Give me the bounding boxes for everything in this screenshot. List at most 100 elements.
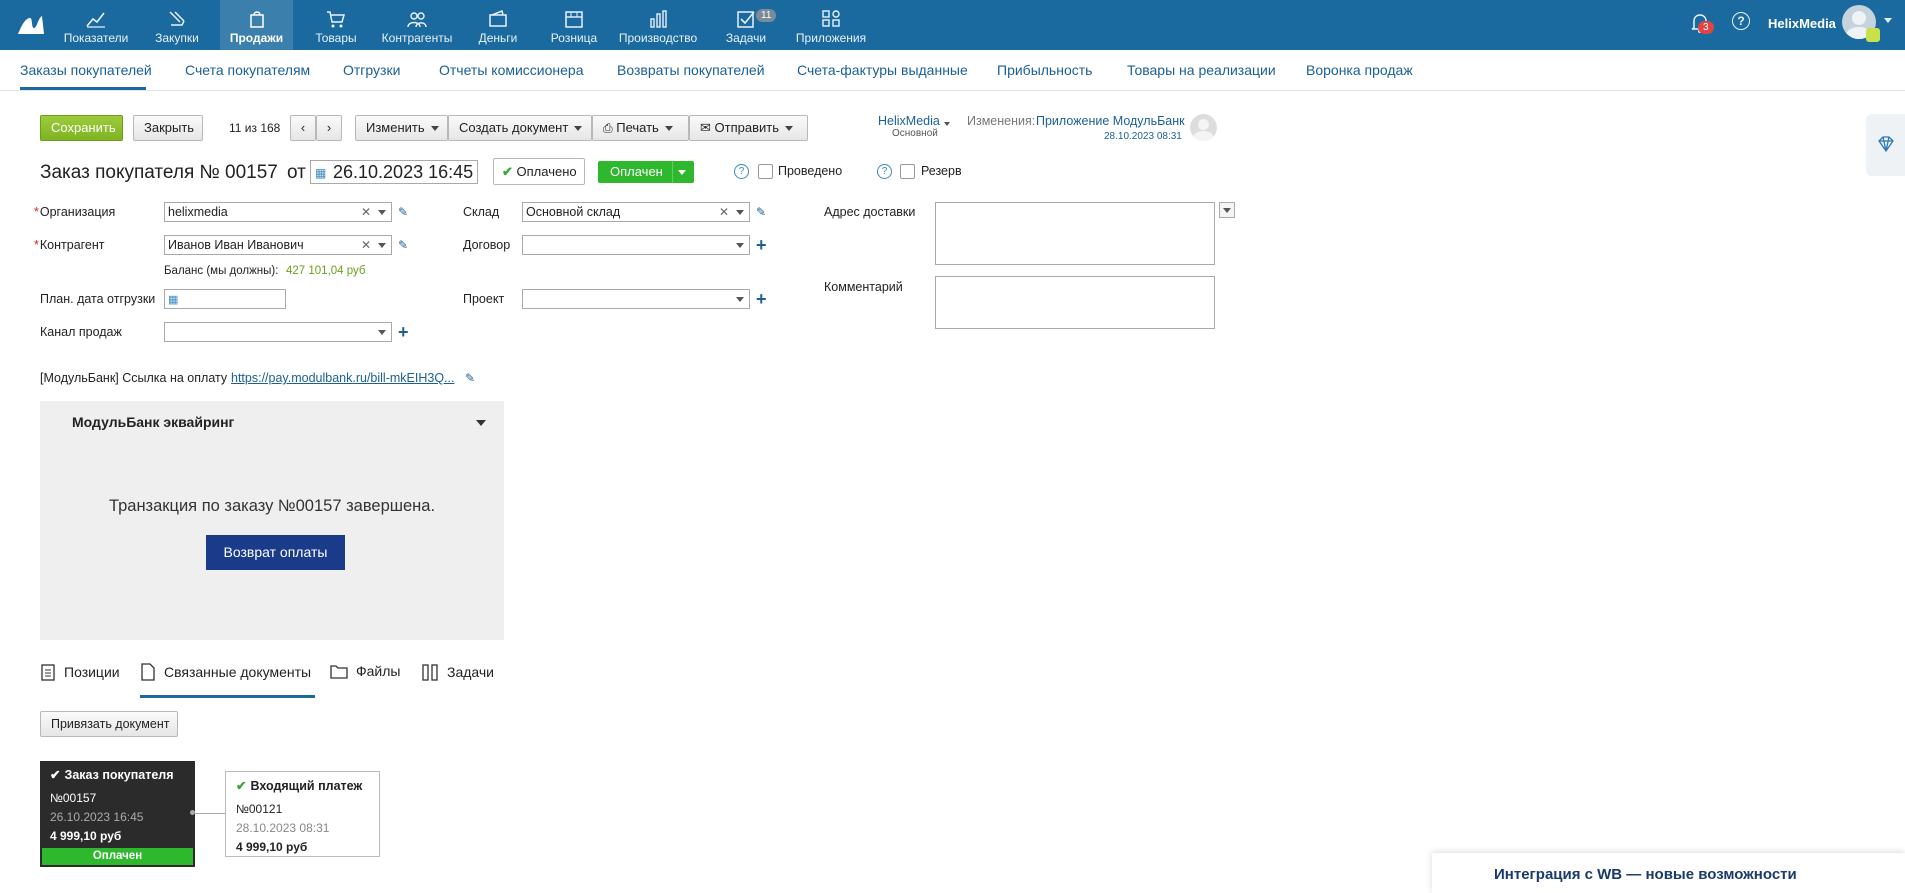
nav-production[interactable]: Производство bbox=[616, 0, 700, 50]
warehouse-select[interactable]: Основной склад ✕ bbox=[522, 202, 750, 222]
nav-label: Товары bbox=[315, 31, 357, 45]
owner-chevron-down-icon[interactable] bbox=[944, 122, 950, 126]
nav-money[interactable]: Деньги bbox=[466, 0, 530, 50]
close-button[interactable]: Закрыть bbox=[133, 115, 203, 141]
owner-link[interactable]: HelixMedia bbox=[878, 114, 940, 128]
card-date: 26.10.2023 16:45 bbox=[50, 810, 144, 824]
clear-icon[interactable]: ✕ bbox=[361, 203, 371, 221]
project-select[interactable] bbox=[522, 289, 750, 309]
create-doc-label: Создать документ bbox=[459, 120, 569, 135]
ship-date-field[interactable]: ▦ bbox=[164, 289, 286, 309]
pager-text: 11 из 168 bbox=[229, 121, 281, 135]
subnav-invoices-issued[interactable]: Счета-фактуры выданные bbox=[797, 62, 968, 78]
clear-icon[interactable]: ✕ bbox=[719, 203, 729, 221]
order-number[interactable]: 00157 bbox=[225, 162, 278, 184]
cart-icon bbox=[327, 11, 345, 28]
nav-goods[interactable]: Товары bbox=[305, 0, 367, 50]
subnav-profitability[interactable]: Прибыльность bbox=[997, 62, 1092, 78]
add-plus-icon[interactable]: + bbox=[756, 236, 767, 254]
tab-files[interactable]: Файлы bbox=[330, 663, 400, 679]
save-button[interactable]: Сохранить bbox=[40, 115, 123, 141]
reserve-checkbox[interactable] bbox=[900, 164, 915, 179]
promo-banner[interactable]: Интеграция с WB — новые возможности bbox=[1432, 853, 1905, 893]
add-plus-icon[interactable]: + bbox=[756, 290, 767, 308]
caret-down-icon[interactable] bbox=[378, 330, 386, 335]
tab-positions[interactable]: Позиции bbox=[40, 663, 120, 681]
caret-down-icon[interactable] bbox=[378, 243, 386, 248]
document-card-incoming-payment[interactable]: ✔ Входящий платеж №00121 28.10.2023 08:31… bbox=[225, 771, 380, 857]
date-field[interactable]: ▦ 26.10.2023 16:45 bbox=[310, 160, 478, 184]
create-document-button[interactable]: Создать документ bbox=[448, 115, 592, 141]
comment-textarea[interactable] bbox=[935, 276, 1215, 329]
help-icon[interactable]: ? bbox=[1732, 12, 1750, 30]
caret-down-icon[interactable] bbox=[736, 210, 744, 215]
page-title: Заказ покупателя № bbox=[40, 162, 220, 183]
nav-label: Производство bbox=[618, 31, 698, 45]
moysklad-logo-icon[interactable] bbox=[16, 10, 46, 40]
card-status-badge: Оплачен bbox=[42, 848, 193, 865]
caret-down-icon[interactable] bbox=[736, 243, 744, 248]
edit-pencil-icon[interactable]: ✎ bbox=[465, 371, 475, 385]
paid-toggle[interactable]: ✔ Оплачено bbox=[493, 158, 585, 185]
document-card-customer-order[interactable]: ✔ Заказ покупателя №00157 26.10.2023 16:4… bbox=[40, 761, 195, 867]
changes-author-link[interactable]: Приложение МодульБанк bbox=[1036, 114, 1185, 128]
nav-counterparties[interactable]: Контрагенты bbox=[378, 0, 456, 50]
purchases-icon bbox=[169, 11, 185, 26]
posted-label: Проведено bbox=[778, 164, 843, 178]
caret-down-icon bbox=[785, 126, 793, 132]
nav-indicators[interactable]: Показатели bbox=[60, 0, 132, 50]
payment-link[interactable]: https://pay.modulbank.ru/bill-mkEIH3Q... bbox=[231, 371, 454, 385]
check-icon: ✔ bbox=[236, 779, 247, 793]
balance-label: Баланс (мы должны): bbox=[164, 265, 279, 277]
chevron-right-icon: › bbox=[326, 120, 332, 135]
diamond-icon bbox=[1878, 136, 1894, 153]
address-expand-button[interactable] bbox=[1219, 202, 1235, 218]
nav-sales[interactable]: Продажи bbox=[220, 0, 293, 50]
status-dropdown[interactable]: Оплачен bbox=[598, 161, 694, 183]
nav-purchases[interactable]: Закупки bbox=[144, 0, 210, 50]
print-button[interactable]: ⎙ Печать bbox=[592, 115, 689, 141]
nav-tasks[interactable]: Задачи 11 bbox=[716, 0, 777, 50]
sales-channel-select[interactable] bbox=[164, 322, 392, 342]
subnav-customer-returns[interactable]: Возвраты покупателей bbox=[617, 62, 765, 78]
prev-record-button[interactable]: ‹ bbox=[290, 115, 316, 141]
subnav-customer-orders[interactable]: Заказы покупателей bbox=[20, 62, 152, 78]
nav-retail[interactable]: Розница bbox=[542, 0, 606, 50]
bind-document-button[interactable]: Привязать документ bbox=[40, 711, 178, 737]
tab-tasks[interactable]: Задачи bbox=[421, 663, 494, 681]
change-menu-button[interactable]: Изменить bbox=[355, 115, 448, 141]
send-button[interactable]: ✉ Отправить bbox=[689, 115, 808, 141]
subnav-shipments[interactable]: Отгрузки bbox=[343, 62, 400, 78]
edit-pencil-icon[interactable]: ✎ bbox=[756, 205, 766, 219]
edit-pencil-icon[interactable]: ✎ bbox=[398, 238, 408, 252]
notifications-badge: 3 bbox=[1698, 21, 1714, 34]
subnav-consignment-goods[interactable]: Товары на реализации bbox=[1127, 62, 1276, 78]
nav-apps[interactable]: Приложения bbox=[788, 0, 874, 50]
address-textarea[interactable] bbox=[935, 202, 1215, 265]
paid-label: Оплачено bbox=[516, 164, 577, 179]
add-plus-icon[interactable]: + bbox=[398, 323, 409, 341]
organization-select[interactable]: helixmedia ✕ bbox=[164, 202, 392, 222]
help-icon[interactable]: ? bbox=[877, 164, 892, 179]
refund-button[interactable]: Возврат оплаты bbox=[206, 535, 345, 570]
contract-select[interactable] bbox=[522, 235, 750, 255]
posted-checkbox[interactable] bbox=[758, 164, 773, 179]
caret-down-icon[interactable] bbox=[378, 210, 386, 215]
collapse-caret-icon[interactable] bbox=[476, 420, 486, 426]
help-icon[interactable]: ? bbox=[734, 164, 749, 179]
caret-down-icon[interactable] bbox=[736, 297, 744, 302]
next-record-button[interactable]: › bbox=[316, 115, 342, 141]
clear-icon[interactable]: ✕ bbox=[361, 236, 371, 254]
avatar-chevron-down-icon[interactable] bbox=[1884, 18, 1892, 23]
subnav-customer-invoices[interactable]: Счета покупателям bbox=[185, 62, 310, 78]
side-panel-tab[interactable] bbox=[1866, 114, 1905, 176]
subnav-commission-reports[interactable]: Отчеты комиссионера bbox=[439, 62, 584, 78]
counterparty-label: *Контрагент bbox=[34, 238, 105, 252]
subnav-sales-funnel[interactable]: Воронка продаж bbox=[1306, 62, 1413, 78]
tab-linked-documents[interactable]: Связанные документы bbox=[140, 663, 311, 681]
username[interactable]: HelixMedia bbox=[1768, 16, 1836, 31]
counterparty-select[interactable]: Иванов Иван Иванович ✕ bbox=[164, 235, 392, 255]
promo-text: Интеграция с WB — новые возможности bbox=[1494, 866, 1797, 883]
status-label: Оплачен bbox=[610, 164, 663, 179]
edit-pencil-icon[interactable]: ✎ bbox=[398, 205, 408, 219]
